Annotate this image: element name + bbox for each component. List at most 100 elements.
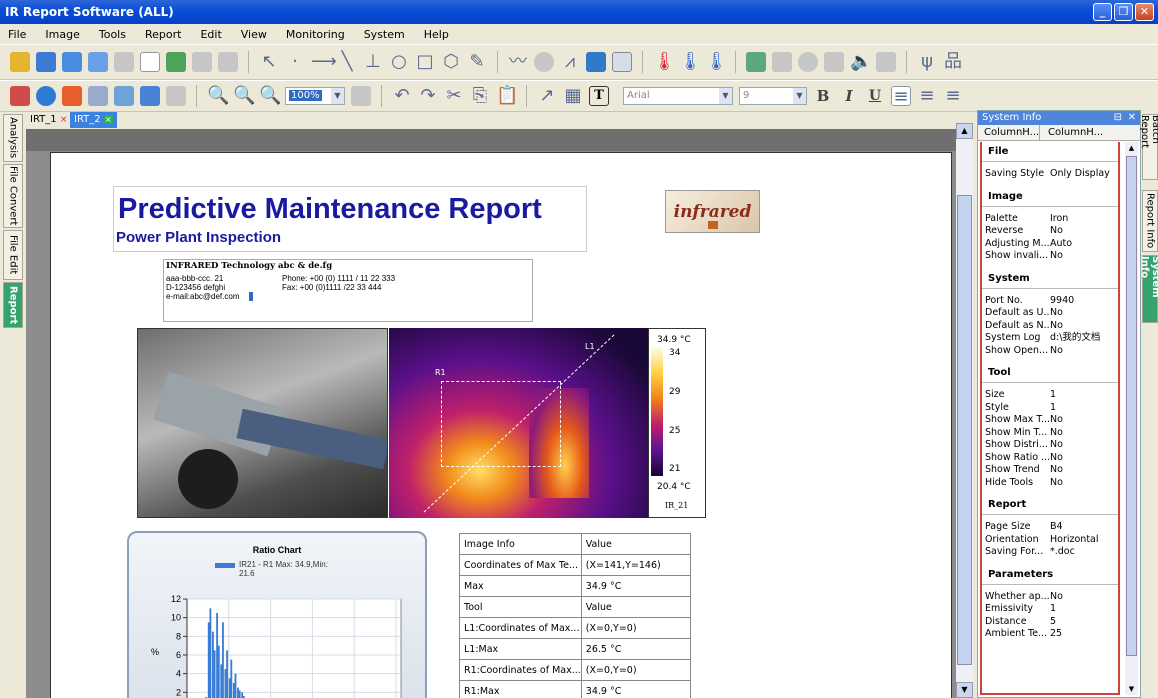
- ellipse-icon[interactable]: ○: [389, 52, 409, 72]
- layout-icon[interactable]: [114, 86, 134, 106]
- menu-monitoring[interactable]: Monitoring: [286, 28, 345, 41]
- property-row[interactable]: Palette Iron: [982, 213, 1118, 226]
- snapshot-icon[interactable]: [876, 52, 896, 72]
- thermal-image[interactable]: R1 L1: [389, 328, 648, 518]
- panel-scrollbar[interactable]: ▲ ▼: [1125, 142, 1138, 695]
- histogram-icon[interactable]: ⩘: [560, 52, 580, 72]
- menu-tools[interactable]: Tools: [99, 28, 126, 41]
- property-row[interactable]: Default as U... No: [982, 307, 1118, 320]
- property-row[interactable]: Size 1: [982, 389, 1118, 402]
- scroll-down-button[interactable]: ▼: [1125, 683, 1138, 695]
- property-row[interactable]: Show Ratio ... No: [982, 452, 1118, 465]
- bold-button[interactable]: B: [813, 87, 833, 105]
- polygon-icon[interactable]: ⬡: [441, 52, 461, 72]
- camera-icon[interactable]: [746, 52, 766, 72]
- zoom-in-icon[interactable]: 🔍: [233, 86, 255, 106]
- eraser-icon[interactable]: ✎: [467, 52, 487, 72]
- column-header[interactable]: ColumnH...: [978, 125, 1040, 140]
- rectangle-icon[interactable]: □: [415, 52, 435, 72]
- scroll-up-button[interactable]: ▲: [1125, 142, 1138, 154]
- tab-system-info[interactable]: System Info: [1139, 255, 1158, 323]
- bar-chart-icon[interactable]: [10, 86, 30, 106]
- section-parameters[interactable]: Parameters: [982, 565, 1118, 585]
- menu-file[interactable]: File: [8, 28, 26, 41]
- scroll-thumb[interactable]: [957, 195, 972, 665]
- section-tool[interactable]: Tool: [982, 363, 1118, 383]
- section-system[interactable]: System: [982, 269, 1118, 289]
- font-size-select[interactable]: 9 ▼: [739, 87, 807, 105]
- property-row[interactable]: System Log d:\我的文档: [982, 332, 1118, 345]
- property-row[interactable]: Show Distri... No: [982, 439, 1118, 452]
- property-row[interactable]: Page Size B4: [982, 521, 1118, 534]
- ratio-chart-panel[interactable]: Ratio ChartIR21 - R1 Max: 34.9,Min:21.60…: [127, 531, 427, 698]
- tab-file-convert[interactable]: File Convert: [3, 164, 23, 228]
- scroll-down-button[interactable]: ▼: [956, 682, 973, 698]
- line-icon[interactable]: ╲: [337, 52, 357, 72]
- section-image[interactable]: Image: [982, 187, 1118, 207]
- close-icon[interactable]: ✕: [1128, 111, 1136, 125]
- property-row[interactable]: Ambient Te... 25: [982, 628, 1118, 641]
- image-insert-icon[interactable]: [62, 86, 82, 106]
- arrow-draw-icon[interactable]: ↗: [537, 86, 557, 106]
- playback-icon[interactable]: [772, 52, 792, 72]
- thermometer-max-icon[interactable]: 🌡: [653, 52, 676, 72]
- align-right-icon[interactable]: ≡: [943, 86, 963, 106]
- spot-icon[interactable]: ·: [285, 52, 305, 72]
- close-button[interactable]: ✕: [1135, 3, 1154, 21]
- property-row[interactable]: Port No. 9940: [982, 295, 1118, 308]
- property-row[interactable]: Orientation Horizontal: [982, 534, 1118, 547]
- close-icon[interactable]: ×: [103, 115, 113, 124]
- section-report[interactable]: Report: [982, 495, 1118, 515]
- monitor-icon[interactable]: [824, 52, 844, 72]
- sound-icon[interactable]: 🔈: [850, 52, 872, 72]
- trend-icon[interactable]: 〰: [508, 52, 528, 72]
- undo-icon[interactable]: ↶: [392, 86, 412, 106]
- visual-photo[interactable]: [137, 328, 388, 518]
- thermometer-min-icon[interactable]: 🌡: [679, 52, 702, 72]
- menu-help[interactable]: Help: [424, 28, 449, 41]
- save-as-icon[interactable]: [62, 52, 82, 72]
- tab-irt-2[interactable]: IRT_2 ×: [70, 112, 117, 128]
- usb-icon[interactable]: ψ: [917, 52, 937, 72]
- record-icon[interactable]: [798, 52, 818, 72]
- paste-icon[interactable]: 📋: [496, 86, 518, 106]
- tab-batch-report[interactable]: Batch Report: [1139, 114, 1158, 180]
- table-insert-icon[interactable]: [88, 86, 108, 106]
- property-row[interactable]: Show Open... No: [982, 345, 1118, 358]
- region-r1[interactable]: [441, 381, 561, 467]
- column-header[interactable]: ColumnH...: [1040, 125, 1103, 140]
- property-row[interactable]: Style 1: [982, 402, 1118, 415]
- section-file[interactable]: File: [982, 142, 1118, 162]
- scroll-thumb[interactable]: [1126, 156, 1137, 656]
- property-row[interactable]: Show invali... No: [982, 250, 1118, 263]
- align-left-icon[interactable]: ≡: [891, 86, 911, 107]
- menu-view[interactable]: View: [241, 28, 267, 41]
- isotherm-icon[interactable]: [586, 52, 606, 72]
- compare-icon[interactable]: [612, 52, 632, 72]
- batch-icon[interactable]: [218, 52, 238, 72]
- tab-report-info[interactable]: Report Info: [1142, 190, 1158, 252]
- cut-icon[interactable]: ✂: [444, 86, 464, 106]
- text-box-icon[interactable]: T: [589, 86, 609, 106]
- property-row[interactable]: Hide Tools No: [982, 477, 1118, 490]
- italic-button[interactable]: I: [839, 87, 859, 105]
- property-row[interactable]: Adjusting M... Auto: [982, 238, 1118, 251]
- new-document-icon[interactable]: [140, 52, 160, 72]
- document-scrollbar[interactable]: ▲ ▼: [956, 123, 973, 698]
- thermometer-cursor-icon[interactable]: 🌡: [705, 52, 728, 72]
- tab-report[interactable]: Report: [3, 282, 23, 328]
- grid-icon[interactable]: [192, 52, 212, 72]
- pin-icon[interactable]: ⊟: [1114, 111, 1122, 125]
- property-row[interactable]: Show Min T... No: [982, 427, 1118, 440]
- scroll-up-button[interactable]: ▲: [956, 123, 973, 139]
- align-center-icon[interactable]: ≡: [917, 86, 937, 106]
- property-row[interactable]: Show Trend No: [982, 464, 1118, 477]
- property-row[interactable]: Saving Style Only Display: [982, 168, 1118, 181]
- pie-icon[interactable]: [534, 52, 554, 72]
- pie-chart-icon[interactable]: [36, 86, 56, 106]
- menu-edit[interactable]: Edit: [200, 28, 221, 41]
- table-icon[interactable]: ▦: [563, 86, 583, 106]
- underline-button[interactable]: U: [865, 88, 885, 104]
- image-info-table[interactable]: Image Info Value Coordinates of Max Te...…: [459, 533, 692, 698]
- minimize-button[interactable]: _: [1093, 3, 1112, 21]
